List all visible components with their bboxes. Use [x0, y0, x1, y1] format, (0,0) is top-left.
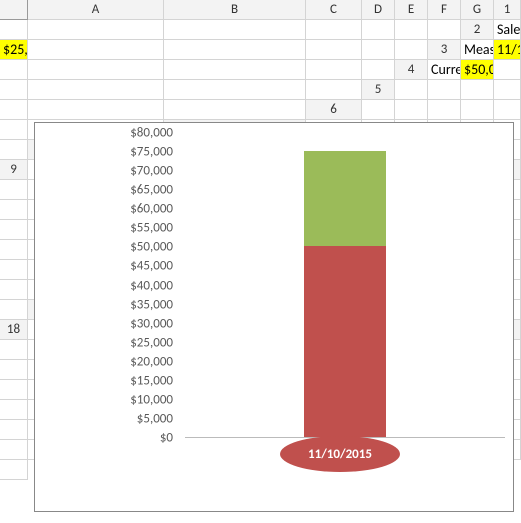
- cell-G2[interactable]: [395, 40, 428, 60]
- cell-F4[interactable]: [164, 80, 306, 100]
- cell-A3[interactable]: Measure Date: [461, 40, 494, 60]
- cell-C3[interactable]: [0, 60, 28, 80]
- cell-B3[interactable]: 11/10/2015: [494, 40, 521, 60]
- y-tick-label: $0: [43, 432, 173, 445]
- y-tick-label: $75,000: [43, 146, 173, 159]
- cell-D13[interactable]: [0, 240, 28, 260]
- y-axis-ticks: $0 $5,000 $10,000 $15,000 $20,000 $25,000 $30,…: [35, 133, 183, 443]
- cell-G25[interactable]: [0, 460, 28, 480]
- y-tick-label: $25,000: [43, 336, 173, 349]
- cell-B5[interactable]: [428, 80, 461, 100]
- cell-F6[interactable]: [0, 120, 28, 140]
- y-tick-label: $50,000: [43, 241, 173, 254]
- cell-A2[interactable]: Sales Goal: [494, 20, 521, 40]
- cell-F1[interactable]: [395, 20, 428, 40]
- cell-G1[interactable]: [428, 20, 461, 40]
- cell-E5[interactable]: [0, 100, 28, 120]
- cell-F5[interactable]: [28, 100, 164, 120]
- cell-C12[interactable]: [0, 220, 28, 240]
- cell-F24[interactable]: [0, 440, 28, 460]
- col-header-A[interactable]: A: [28, 0, 164, 20]
- col-header-F[interactable]: F: [428, 0, 461, 20]
- y-tick-label: $40,000: [43, 279, 173, 292]
- cell-G3[interactable]: [362, 60, 395, 80]
- y-tick-label: $20,000: [43, 355, 173, 368]
- cell-D2[interactable]: [164, 40, 306, 60]
- cell-C1[interactable]: [164, 20, 306, 40]
- cell-A4[interactable]: Current Sales: [428, 60, 461, 80]
- bar-sales-goal: [304, 151, 386, 246]
- y-tick-label: $70,000: [43, 165, 173, 178]
- cell-F3[interactable]: [306, 60, 362, 80]
- cell-A19[interactable]: [0, 340, 28, 360]
- cell-E6[interactable]: [494, 100, 521, 120]
- cell-E2[interactable]: [306, 40, 362, 60]
- cell-B6[interactable]: [395, 100, 428, 120]
- cell-F15[interactable]: [0, 280, 28, 300]
- x-axis-category-label: 11/10/2015: [308, 447, 372, 462]
- cell-F2[interactable]: [362, 40, 395, 60]
- row-header-6[interactable]: 6: [306, 100, 362, 120]
- row-header-4[interactable]: 4: [395, 60, 428, 80]
- cell-D3[interactable]: [28, 60, 164, 80]
- y-tick-label: $80,000: [43, 127, 173, 140]
- cell-C5[interactable]: [461, 80, 494, 100]
- row-header-3[interactable]: 3: [428, 40, 461, 60]
- cell-E3[interactable]: [164, 60, 306, 80]
- cell-D1[interactable]: [306, 20, 362, 40]
- cell-A10[interactable]: [0, 180, 28, 200]
- cell-A5[interactable]: [395, 80, 428, 100]
- cell-B1[interactable]: [28, 20, 164, 40]
- y-tick-label: $65,000: [43, 184, 173, 197]
- y-tick-label: $55,000: [43, 222, 173, 235]
- cell-C2[interactable]: [28, 40, 164, 60]
- y-tick-label: $15,000: [43, 374, 173, 387]
- y-tick-label: $60,000: [43, 203, 173, 216]
- col-header-B[interactable]: B: [164, 0, 306, 20]
- cell-G7[interactable]: [0, 140, 28, 160]
- cell-A6[interactable]: [362, 100, 395, 120]
- x-axis-category-bulb: 11/10/2015: [280, 436, 400, 472]
- cell-E14[interactable]: [0, 260, 28, 280]
- cell-D4[interactable]: [0, 80, 28, 100]
- cell-D22[interactable]: [0, 400, 28, 420]
- row-header-2[interactable]: 2: [461, 20, 494, 40]
- cell-G16[interactable]: [0, 300, 28, 320]
- y-tick-label: $30,000: [43, 317, 173, 330]
- cell-G4[interactable]: [306, 80, 362, 100]
- y-tick-label: $5,000: [43, 412, 173, 425]
- cell-D6[interactable]: [461, 100, 494, 120]
- cell-D5[interactable]: [494, 80, 521, 100]
- cell-E23[interactable]: [0, 420, 28, 440]
- col-header-C[interactable]: C: [306, 0, 362, 20]
- cell-E1[interactable]: [362, 20, 395, 40]
- row-header-9[interactable]: 9: [0, 160, 28, 180]
- cell-G5[interactable]: [164, 100, 306, 120]
- col-header-G[interactable]: G: [461, 0, 494, 20]
- y-tick-label: $45,000: [43, 260, 173, 273]
- cell-B11[interactable]: [0, 200, 28, 220]
- embedded-chart[interactable]: $0 $5,000 $10,000 $15,000 $20,000 $25,000 $30,…: [34, 122, 514, 512]
- cell-E4[interactable]: [28, 80, 164, 100]
- y-tick-label: $10,000: [43, 393, 173, 406]
- y-tick-label: $35,000: [43, 298, 173, 311]
- select-all-corner[interactable]: [0, 0, 28, 20]
- row-header-5[interactable]: 5: [362, 80, 395, 100]
- chart-plot-area: [185, 133, 505, 438]
- cell-B20[interactable]: [0, 360, 28, 380]
- row-header-18[interactable]: 18: [0, 320, 28, 340]
- cell-A1[interactable]: [0, 20, 28, 40]
- bar-current-sales: [304, 246, 386, 437]
- cell-B2[interactable]: $25,000: [0, 40, 28, 60]
- cell-C4[interactable]: [494, 60, 521, 80]
- col-header-D[interactable]: D: [362, 0, 395, 20]
- col-header-E[interactable]: E: [395, 0, 428, 20]
- cell-C6[interactable]: [428, 100, 461, 120]
- row-header-1[interactable]: 1: [494, 0, 521, 20]
- cell-B4[interactable]: $50,000: [461, 60, 494, 80]
- cell-C21[interactable]: [0, 380, 28, 400]
